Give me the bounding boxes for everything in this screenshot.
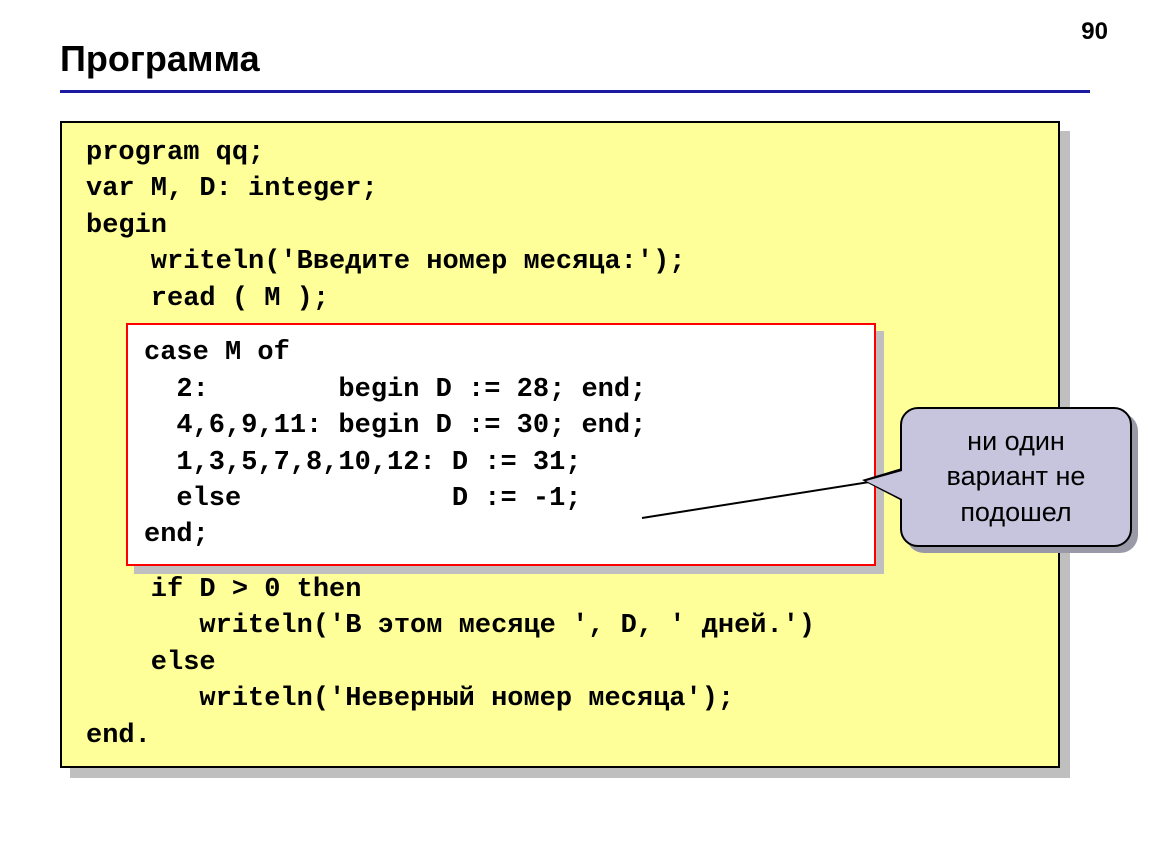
code-block-wrapper: program qq; var M, D: integer; begin wri… — [60, 121, 1060, 768]
code-line: case M of — [144, 335, 858, 371]
code-line: else — [86, 645, 1038, 681]
slide-title: Программа — [60, 38, 1090, 80]
page-number: 90 — [1081, 18, 1108, 46]
slide-page: 90 Программа program qq; var M, D: integ… — [0, 0, 1150, 864]
code-line: if D > 0 then — [86, 572, 1038, 608]
code-line: read ( M ); — [86, 281, 1038, 317]
code-line: writeln('В этом месяце ', D, ' дней.') — [86, 608, 1038, 644]
code-line: var M, D: integer; — [86, 171, 1038, 207]
callout-text: ни один вариант не подошел — [916, 424, 1116, 529]
callout-bubble: ни один вариант не подошел — [900, 407, 1132, 547]
callout-wrapper: ни один вариант не подошел — [900, 407, 1132, 547]
code-line: program qq; — [86, 135, 1038, 171]
title-underline — [60, 90, 1090, 93]
code-line: 2: begin D := 28; end; — [144, 372, 858, 408]
code-line: end; — [144, 517, 858, 553]
code-line: writeln('Неверный номер месяца'); — [86, 681, 1038, 717]
callout-tail — [866, 471, 902, 499]
code-line: 1,3,5,7,8,10,12: D := 31; — [144, 445, 858, 481]
code-line: begin — [86, 208, 1038, 244]
code-line: 4,6,9,11: begin D := 30; end; — [144, 408, 858, 444]
code-line: end. — [86, 718, 1038, 754]
highlighted-case-block: case M of 2: begin D := 28; end; 4,6,9,1… — [126, 323, 876, 566]
code-line: writeln('Введите номер месяца:'); — [86, 244, 1038, 280]
inset-box: case M of 2: begin D := 28; end; 4,6,9,1… — [126, 323, 876, 566]
